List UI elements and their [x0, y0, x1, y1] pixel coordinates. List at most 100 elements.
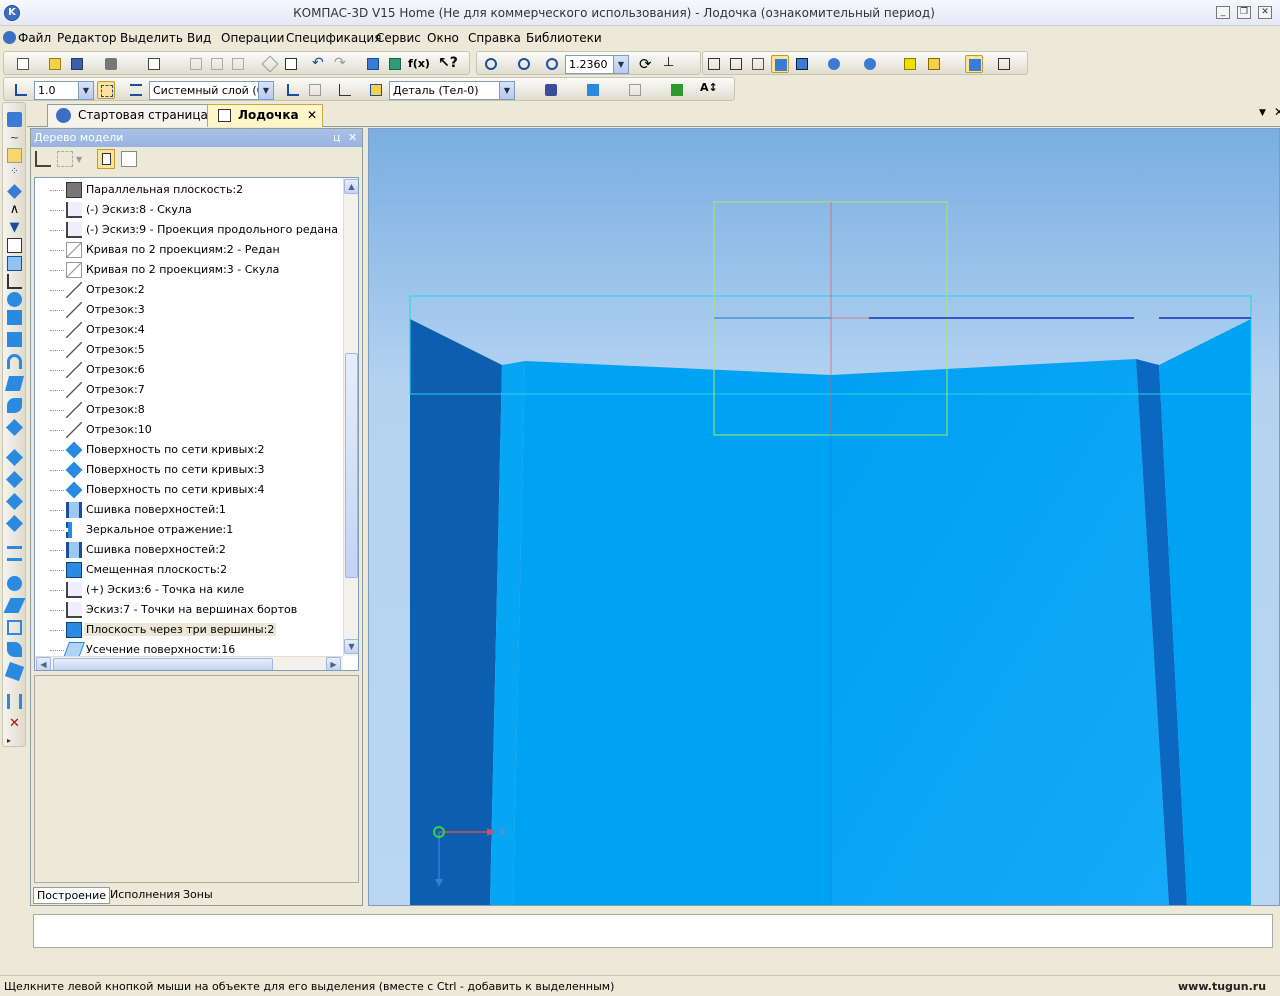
sketch-plane-icon[interactable]: [284, 81, 302, 99]
network-surface-icon[interactable]: [6, 419, 23, 436]
zoom-scale-combo[interactable]: 1.2360 ▼: [565, 55, 629, 74]
dimension-icon[interactable]: A↕: [700, 81, 718, 99]
rotate-surface-icon[interactable]: [7, 332, 22, 347]
tree-item[interactable]: Параллельная плоскость:2: [35, 180, 343, 200]
tree-item[interactable]: Зеркальное отражение:1: [35, 520, 343, 540]
close-window-button[interactable]: ✕: [1258, 6, 1272, 19]
scroll-down-icon[interactable]: ▼: [344, 639, 358, 654]
tree-item[interactable]: Отрезок:3: [35, 300, 343, 320]
report-icon[interactable]: [282, 55, 300, 73]
shaded-icon[interactable]: [771, 55, 789, 73]
aux-geometry-icon[interactable]: [7, 184, 22, 199]
cut-icon[interactable]: [187, 55, 205, 73]
strip-expand-icon[interactable]: ▸: [7, 736, 22, 745]
offset-surface-icon[interactable]: [6, 515, 23, 532]
tree-item[interactable]: Поверхность по сети кривых:2: [35, 440, 343, 460]
arrays-icon[interactable]: ⁘: [7, 166, 22, 181]
tree-item[interactable]: Отрезок:8: [35, 400, 343, 420]
hidden-thin-icon[interactable]: [749, 55, 767, 73]
spatial-curves-icon[interactable]: ~: [7, 130, 22, 145]
mesh-surface-icon[interactable]: [6, 471, 23, 488]
tab-lodochka[interactable]: Лодочка ✕: [207, 104, 323, 127]
rotate-icon[interactable]: ⟳: [639, 55, 657, 73]
menu-operations[interactable]: Операции: [221, 31, 284, 45]
tree-item[interactable]: Сшивка поверхностей:2: [35, 540, 343, 560]
mcc-icon[interactable]: [626, 81, 644, 99]
menu-file[interactable]: Файл: [18, 31, 51, 45]
color-icon[interactable]: [584, 81, 602, 99]
tree-structure-icon[interactable]: [35, 151, 51, 167]
zoom-fit-icon[interactable]: [515, 55, 533, 73]
patch-surface-icon[interactable]: [7, 398, 22, 413]
wireframe-icon[interactable]: [705, 55, 723, 73]
layers-icon[interactable]: [127, 81, 145, 99]
scroll-up-icon[interactable]: ▲: [344, 179, 358, 194]
point-surface-icon[interactable]: [6, 449, 23, 466]
fx-button[interactable]: f(x): [408, 55, 430, 73]
part-combo[interactable]: Деталь (Тел-0) ▼: [389, 81, 515, 100]
tabs-close-icon[interactable]: ✕: [1274, 105, 1280, 119]
select-filter-icon[interactable]: [861, 55, 879, 73]
restore-surface-icon[interactable]: [7, 642, 22, 657]
tree-item[interactable]: Отрезок:10: [35, 420, 343, 440]
sheet-metal-icon[interactable]: [7, 292, 22, 307]
undo-icon[interactable]: ↶: [312, 55, 330, 73]
tree-item[interactable]: (+) Эскиз:6 - Точка на киле: [35, 580, 343, 600]
tree-item[interactable]: Плоскость через три вершины:2: [35, 620, 343, 640]
tree-toggle-icon[interactable]: [97, 149, 115, 169]
model-graphics[interactable]: X: [369, 129, 1279, 905]
surfaces-icon[interactable]: [7, 148, 22, 163]
kinematic-surface-icon[interactable]: [7, 354, 22, 369]
tree-item[interactable]: (-) Эскиз:9 - Проекция продольного редан…: [35, 220, 343, 240]
tab-zones[interactable]: Зоны: [180, 887, 216, 904]
loft-surface-icon[interactable]: [4, 376, 25, 391]
minimize-button[interactable]: _: [1216, 6, 1230, 19]
perspective-icon[interactable]: [925, 55, 943, 73]
tree-item[interactable]: Отрезок:7: [35, 380, 343, 400]
tree-item[interactable]: Поверхность по сети кривых:4: [35, 480, 343, 500]
redo-icon[interactable]: ↷: [334, 55, 352, 73]
chevron-down-icon[interactable]: ▼: [499, 82, 514, 99]
report-tool-icon[interactable]: [7, 256, 22, 271]
hidden-lines-icon[interactable]: [727, 55, 745, 73]
layer-combo[interactable]: Системный слой (0) ▼: [149, 81, 274, 100]
properties-brush-icon[interactable]: [261, 55, 279, 73]
tree-item[interactable]: Отрезок:5: [35, 340, 343, 360]
section-icon[interactable]: [901, 55, 919, 73]
shaded-edges-icon[interactable]: [793, 55, 811, 73]
tree-horizontal-scrollbar[interactable]: ◀ ▶: [35, 656, 343, 670]
scroll-thumb[interactable]: [345, 353, 358, 578]
scroll-left-icon[interactable]: ◀: [36, 657, 51, 670]
cursor-coords-icon[interactable]: [12, 81, 30, 99]
tree-item[interactable]: Смещенная плоскость:2: [35, 560, 343, 580]
manager-icon[interactable]: [364, 55, 382, 73]
open-file-button[interactable]: [46, 55, 64, 73]
ruled-surface-icon[interactable]: [6, 493, 23, 510]
chevron-down-icon[interactable]: ▼: [613, 56, 628, 73]
tree-item[interactable]: Кривая по 2 проекциям:2 - Редан: [35, 240, 343, 260]
delete-icon[interactable]: ✕: [7, 716, 22, 731]
menu-window[interactable]: Окно: [427, 31, 459, 45]
chevron-down-icon[interactable]: ▼: [258, 82, 273, 99]
stitch-surface-icon[interactable]: [3, 598, 26, 613]
menu-view[interactable]: Вид: [187, 31, 211, 45]
measure-diag-icon[interactable]: ∧: [7, 202, 22, 217]
tree-item[interactable]: Поверхность по сети кривых:3: [35, 460, 343, 480]
tab-start-page[interactable]: Стартовая страница: [47, 104, 217, 127]
trim-surface-icon[interactable]: [7, 576, 22, 591]
tree-item[interactable]: Отрезок:4: [35, 320, 343, 340]
extrude-surface-icon[interactable]: [7, 310, 22, 325]
menu-editor[interactable]: Редактор: [57, 31, 116, 45]
print-button[interactable]: [102, 55, 120, 73]
patch-icon[interactable]: [7, 620, 22, 635]
tree-report-icon[interactable]: [121, 151, 137, 167]
tree-item[interactable]: Кривая по 2 проекциям:3 - Скула: [35, 260, 343, 280]
pin-icon[interactable]: ц: [333, 129, 341, 147]
close-panel-icon[interactable]: ✕: [348, 129, 357, 147]
spec-icon[interactable]: [7, 238, 22, 253]
menu-select[interactable]: Выделить: [120, 31, 183, 45]
material-icon[interactable]: [542, 81, 560, 99]
document-menu-icon[interactable]: [3, 31, 16, 44]
grid-snap-icon[interactable]: [97, 81, 115, 99]
zoom-window-icon[interactable]: [482, 55, 500, 73]
